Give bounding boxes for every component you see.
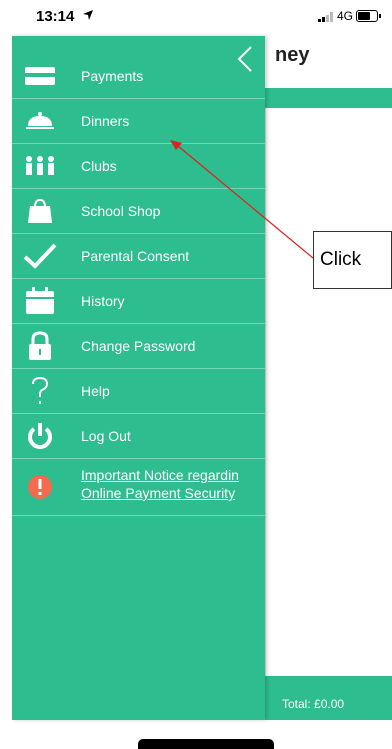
status-bar: 13:14 4G xyxy=(0,0,392,36)
menu-item-parental-consent[interactable]: Parental Consent xyxy=(12,234,265,279)
app-content xyxy=(265,108,392,676)
location-arrow-icon xyxy=(83,10,93,20)
drawer-menu: Payments Dinners Clubs School Shop Paren… xyxy=(12,54,265,516)
checkmark-icon xyxy=(23,241,57,271)
menu-item-payments[interactable]: Payments xyxy=(12,54,265,99)
people-icon xyxy=(23,151,57,181)
app-accent-bar xyxy=(265,88,392,108)
signal-icon xyxy=(318,12,333,22)
menu-item-important-notice[interactable]: Important Notice regardin Online Payment… xyxy=(12,459,265,516)
notice-line-2: Online Payment Security xyxy=(81,485,236,501)
basket-total: Total: £0.00 xyxy=(282,697,345,711)
menu-item-label: Help xyxy=(81,383,110,399)
menu-item-label: Payments xyxy=(81,68,144,84)
menu-item-help[interactable]: Help xyxy=(12,369,265,414)
menu-item-clubs[interactable]: Clubs xyxy=(12,144,265,189)
menu-item-label: Change Password xyxy=(81,338,196,354)
app-title: ney xyxy=(275,44,310,66)
card-icon xyxy=(23,61,57,91)
menu-item-history[interactable]: History xyxy=(12,279,265,324)
lock-icon xyxy=(23,331,57,361)
menu-item-label: Log Out xyxy=(81,428,131,444)
callout-text: Click xyxy=(320,249,362,270)
cloche-icon xyxy=(23,106,57,136)
menu-item-school-shop[interactable]: School Shop xyxy=(12,189,265,234)
notice-link[interactable]: Important Notice regardin Online Payment… xyxy=(81,466,265,502)
menu-item-dinners[interactable]: Dinners xyxy=(12,99,265,144)
menu-item-label: School Shop xyxy=(81,203,161,219)
status-time: 13:14 xyxy=(36,8,75,25)
callout-box: Click xyxy=(313,231,392,289)
menu-item-label: History xyxy=(81,293,125,309)
menu-item-change-password[interactable]: Change Password xyxy=(12,324,265,369)
notice-line-1: Important Notice regardin xyxy=(81,467,239,483)
alert-icon xyxy=(23,472,57,502)
menu-item-label: Dinners xyxy=(81,113,130,129)
power-icon xyxy=(23,421,57,451)
question-icon xyxy=(23,376,57,406)
network-type: 4G xyxy=(337,9,354,23)
shopping-bag-icon xyxy=(23,196,57,226)
battery-icon xyxy=(356,10,381,22)
calendar-icon xyxy=(23,286,57,316)
menu-item-log-out[interactable]: Log Out xyxy=(12,414,265,459)
menu-item-label: Clubs xyxy=(81,158,117,174)
home-indicator xyxy=(138,739,274,749)
menu-item-label: Parental Consent xyxy=(81,248,190,264)
